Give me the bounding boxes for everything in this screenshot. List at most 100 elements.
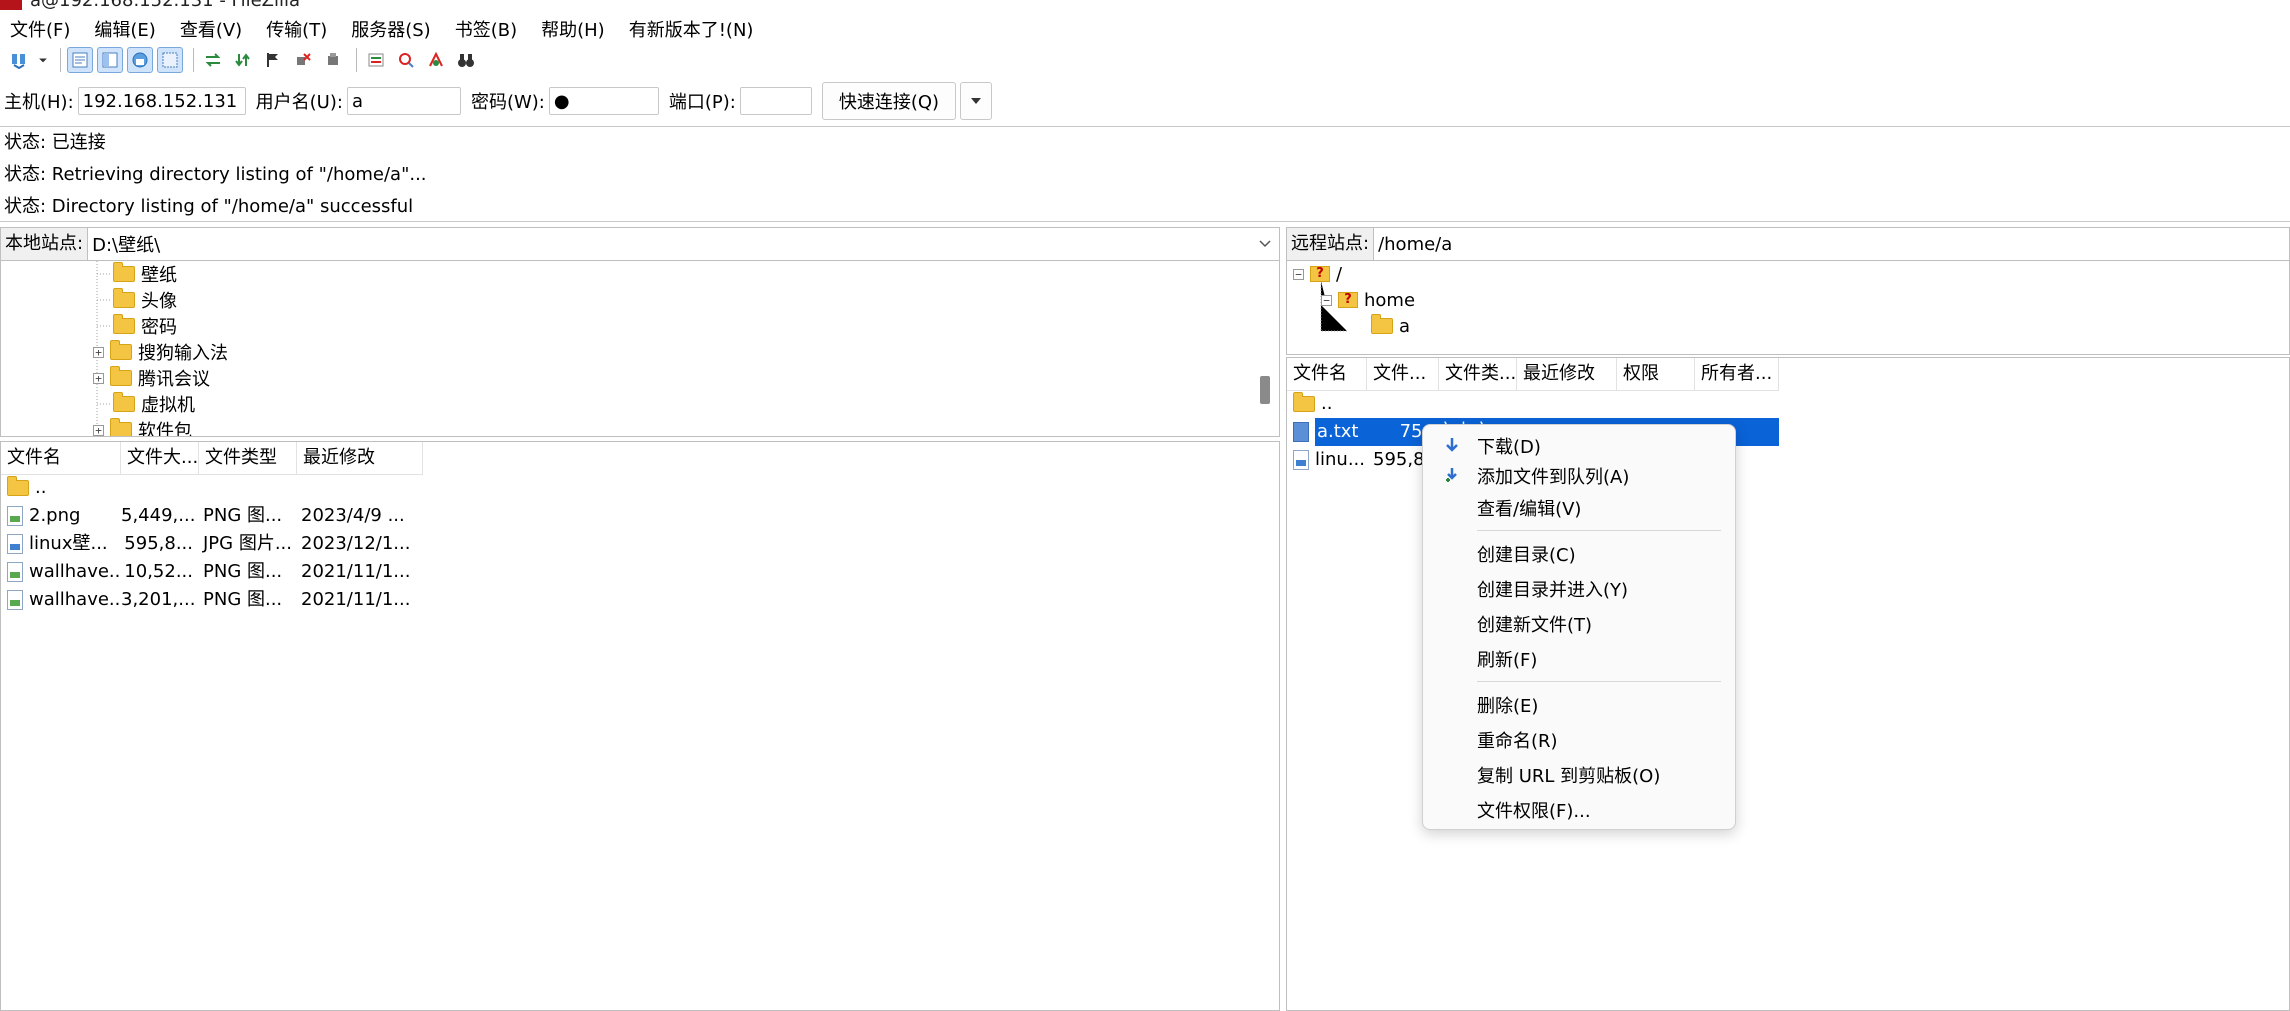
remote-tree-a[interactable]: a [1371, 313, 1410, 339]
table-row[interactable]: wallhave... 3,201,... PNG 图... 2021/11/1… [1, 586, 423, 614]
reconnect-button[interactable] [320, 47, 346, 73]
filezilla-logo-icon [0, 0, 22, 10]
quickconnect-button[interactable]: 快速连接(Q) [821, 82, 957, 120]
filter-icon [368, 53, 384, 67]
table-row[interactable]: wallhave... 10,52... PNG 图... 2021/11/1.… [1, 558, 423, 586]
menu-bar: 文件(F) 编辑(E) 查看(V) 传输(T) 服务器(S) 书签(B) 帮助(… [0, 14, 2290, 44]
toggle-remote-tree-button[interactable] [127, 47, 153, 73]
table-row[interactable]: .. [1, 474, 46, 502]
ctx-refresh[interactable]: 刷新(F) [1477, 646, 1537, 672]
menu-edit[interactable]: 编辑(E) [82, 16, 167, 42]
remote-tree-icon [132, 52, 148, 68]
username-input[interactable] [346, 87, 461, 115]
menu-new-version[interactable]: 有新版本了!(N) [617, 16, 766, 42]
expand-plus-icon[interactable]: + [93, 346, 104, 358]
sync-browse-button[interactable] [423, 47, 449, 73]
ctx-rename[interactable]: 重命名(R) [1477, 727, 1558, 753]
col-filename[interactable]: 文件名 [1, 442, 121, 474]
cancel-operation-button[interactable] [260, 47, 286, 73]
sync-browse-icon [429, 51, 443, 67]
process-queue-button[interactable] [230, 47, 256, 73]
table-row[interactable]: linux壁... 595,8... JPG 图片... 2023/12/1..… [1, 530, 423, 558]
port-input[interactable] [739, 87, 812, 115]
tree-node-folder[interactable]: + 软件包 [93, 417, 192, 436]
tree-node-folder[interactable]: 虚拟机 [113, 391, 195, 417]
unknown-folder-icon: ? [1338, 292, 1358, 308]
chevron-down-icon [39, 58, 47, 63]
tree-node-folder[interactable]: + 腾讯会议 [93, 365, 210, 391]
log-line: 状态: Directory listing of "/home/a" succe… [4, 196, 414, 217]
quickconnect-history-button[interactable] [960, 82, 993, 120]
folder-icon [1371, 314, 1393, 334]
col-modified[interactable]: 最近修改 [297, 442, 423, 474]
tree-node-folder[interactable]: 密码 [113, 313, 177, 339]
ctx-download[interactable]: 下载(D) [1477, 433, 1541, 459]
toggle-queue-button[interactable] [157, 47, 183, 73]
remote-site-bar: 远程站点: /home/a [1286, 227, 2290, 261]
window-title: a@192.168.152.131 - FileZilla [30, 0, 300, 10]
remote-tree-root[interactable]: − ? / [1293, 261, 1342, 287]
local-path-input[interactable]: D:\壁纸\ [88, 231, 1251, 257]
toggle-local-tree-button[interactable] [97, 47, 123, 73]
ctx-delete[interactable]: 删除(E) [1477, 692, 1538, 718]
col-owner[interactable]: 所有者... [1695, 358, 1779, 390]
col-filesize[interactable]: 文件... [1367, 358, 1439, 390]
col-filename[interactable]: 文件名 [1287, 358, 1367, 390]
site-manager-button[interactable] [6, 47, 32, 73]
menu-server[interactable]: 服务器(S) [339, 16, 442, 42]
col-permissions[interactable]: 权限 [1617, 358, 1695, 390]
remote-directory-tree: − ? / − ? home a [1286, 261, 2290, 355]
download-arrow-icon [1446, 438, 1458, 452]
log-icon [72, 52, 88, 68]
ctx-create-directory-enter[interactable]: 创建目录并进入(Y) [1477, 576, 1628, 602]
toolbar [0, 44, 2290, 76]
ctx-file-permissions[interactable]: 文件权限(F)... [1477, 797, 1591, 823]
refresh-button[interactable] [200, 47, 226, 73]
local-tree-scrollbar[interactable] [1260, 376, 1270, 404]
toggle-compare-button[interactable] [393, 47, 419, 73]
collapse-minus-icon[interactable]: − [1293, 268, 1304, 280]
menu-view[interactable]: 查看(V) [168, 16, 254, 42]
password-input[interactable] [548, 87, 659, 115]
tree-node-folder[interactable]: 壁纸 [113, 261, 177, 287]
table-row[interactable]: .. [1287, 390, 1332, 418]
menu-bookmarks[interactable]: 书签(B) [443, 16, 529, 42]
expand-plus-icon[interactable]: + [93, 372, 104, 384]
col-filetype[interactable]: 文件类... [1439, 358, 1517, 390]
menu-help[interactable]: 帮助(H) [529, 16, 617, 42]
tree-node-folder[interactable]: 头像 [113, 287, 177, 313]
disconnect-button[interactable] [290, 47, 316, 73]
search-remote-button[interactable] [453, 47, 479, 73]
local-site-label: 本地站点: [1, 228, 89, 260]
toggle-log-button[interactable] [67, 47, 93, 73]
ctx-create-directory[interactable]: 创建目录(C) [1477, 541, 1576, 567]
ctx-add-to-queue[interactable]: 添加文件到队列(A) [1477, 463, 1629, 489]
ctx-view-edit[interactable]: 查看/编辑(V) [1477, 495, 1581, 521]
ctx-copy-url[interactable]: 复制 URL 到剪贴板(O) [1477, 762, 1660, 788]
disconnect-icon [297, 53, 311, 65]
directory-listing-filter-button[interactable] [363, 47, 389, 73]
add-to-queue-icon [1446, 468, 1457, 482]
ctx-create-new-file[interactable]: 创建新文件(T) [1477, 611, 1592, 637]
col-modified[interactable]: 最近修改 [1517, 358, 1617, 390]
expand-plus-icon[interactable]: + [93, 424, 104, 436]
menu-transfer[interactable]: 传输(T) [254, 16, 339, 42]
remote-path-input[interactable]: /home/a [1374, 234, 2289, 255]
local-file-list: 文件名 文件大... 文件类型 最近修改 .. 2.png 5,449,... … [0, 441, 1280, 1011]
remote-tree-home[interactable]: − ? home [1321, 287, 1415, 313]
chevron-down-icon [1259, 240, 1271, 248]
folder-icon [113, 314, 135, 334]
remote-site-label: 远程站点: [1287, 228, 1375, 260]
site-manager-dropdown[interactable] [36, 47, 50, 73]
png-file-icon [7, 506, 23, 526]
tree-node-folder[interactable]: + 搜狗输入法 [93, 339, 228, 365]
col-filesize[interactable]: 文件大... [121, 442, 199, 474]
collapse-minus-icon[interactable]: − [1321, 294, 1332, 306]
log-line: 状态: 已连接 [4, 132, 106, 153]
host-input[interactable] [77, 87, 246, 115]
menu-file[interactable]: 文件(F) [0, 16, 82, 42]
folder-icon [110, 366, 132, 386]
table-row[interactable]: 2.png 5,449,... PNG 图... 2023/4/9 ... [1, 502, 423, 530]
local-path-dropdown[interactable] [1251, 240, 1279, 248]
col-filetype[interactable]: 文件类型 [199, 442, 297, 474]
